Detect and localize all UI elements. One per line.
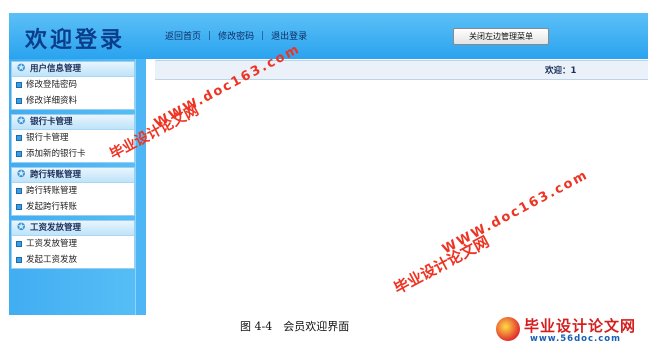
menu-group-header[interactable]: ✪ 跨行转账管理 bbox=[12, 168, 134, 183]
header-bar: 欢迎登录 返回首页 | 修改密码 | 退出登录 关闭左边管理菜单 bbox=[9, 13, 648, 59]
brand-mark-icon bbox=[496, 317, 520, 341]
square-bullet-icon bbox=[16, 188, 22, 194]
square-bullet-icon bbox=[16, 241, 22, 247]
sidebar-splitter[interactable] bbox=[135, 59, 146, 315]
menu-group-title: 跨行转账管理 bbox=[30, 170, 82, 180]
square-bullet-icon bbox=[16, 82, 22, 88]
menu-group-title: 工资发放管理 bbox=[30, 223, 82, 233]
menu-item-start-transfer[interactable]: 发起跨行转账 bbox=[12, 199, 134, 215]
top-nav: 返回首页 | 修改密码 | 退出登录 bbox=[165, 29, 307, 43]
menu-group-interbank-transfer: ✪ 跨行转账管理 跨行转账管理 发起跨行转账 bbox=[11, 167, 135, 216]
brand-url: www.56doc.com bbox=[530, 334, 621, 344]
menu-item-change-login-password[interactable]: 修改登陆密码 bbox=[12, 77, 134, 93]
menu-item-label: 银行卡管理 bbox=[26, 133, 69, 143]
figure-caption: 图 4-4 会员欢迎界面 bbox=[240, 320, 350, 333]
menu-group-salary: ✪ 工资发放管理 工资发放管理 发起工资发放 bbox=[11, 220, 135, 269]
menu-item-label: 添加新的银行卡 bbox=[26, 149, 86, 159]
menu-group-title: 银行卡管理 bbox=[30, 117, 73, 127]
menu-item-label: 发起跨行转账 bbox=[26, 202, 78, 212]
brand-logo: 毕业设计论文网 www.56doc.com bbox=[496, 315, 654, 345]
menu-group-title: 用户信息管理 bbox=[30, 64, 82, 74]
menu-item-start-salary[interactable]: 发起工资发放 bbox=[12, 252, 134, 268]
square-bullet-icon bbox=[16, 151, 22, 157]
menu-group-header[interactable]: ✪ 银行卡管理 bbox=[12, 115, 134, 130]
sidebar: ✪ 用户信息管理 修改登陆密码 修改详细资料 ✪ 银行卡管理 银行卡管理 添加新… bbox=[9, 59, 146, 315]
menu-item-salary-manage[interactable]: 工资发放管理 bbox=[12, 236, 134, 252]
star-icon: ✪ bbox=[17, 222, 26, 233]
star-icon: ✪ bbox=[17, 63, 26, 74]
menu-group-header[interactable]: ✪ 工资发放管理 bbox=[12, 221, 134, 236]
star-icon: ✪ bbox=[17, 169, 26, 180]
close-left-menu-button[interactable]: 关闭左边管理菜单 bbox=[453, 28, 549, 45]
menu-item-edit-profile[interactable]: 修改详细资料 bbox=[12, 93, 134, 109]
menu-group-header[interactable]: ✪ 用户信息管理 bbox=[12, 62, 134, 77]
welcome-text: 欢迎：1 bbox=[545, 66, 577, 76]
square-bullet-icon bbox=[16, 98, 22, 104]
menu-group-user-info: ✪ 用户信息管理 修改登陆密码 修改详细资料 bbox=[11, 61, 135, 110]
menu-item-label: 修改登陆密码 bbox=[26, 80, 78, 90]
star-icon: ✪ bbox=[17, 116, 26, 127]
brand-title: 毕业设计论文网 bbox=[524, 317, 637, 335]
menu-item-transfer-manage[interactable]: 跨行转账管理 bbox=[12, 183, 134, 199]
menu-item-label: 修改详细资料 bbox=[26, 96, 78, 106]
home-link[interactable]: 返回首页 bbox=[165, 29, 201, 42]
divider: | bbox=[261, 30, 265, 41]
welcome-logo: 欢迎登录 bbox=[25, 27, 126, 53]
sidebar-menu: ✪ 用户信息管理 修改登陆密码 修改详细资料 ✪ 银行卡管理 银行卡管理 添加新… bbox=[11, 61, 135, 273]
menu-item-label: 工资发放管理 bbox=[26, 239, 78, 249]
divider: | bbox=[208, 30, 212, 41]
menu-item-label: 发起工资发放 bbox=[26, 255, 78, 265]
app-window: 欢迎登录 返回首页 | 修改密码 | 退出登录 关闭左边管理菜单 ✪ 用户信息管… bbox=[9, 13, 648, 315]
menu-item-label: 跨行转账管理 bbox=[26, 186, 78, 196]
logout-link[interactable]: 退出登录 bbox=[271, 29, 307, 42]
square-bullet-icon bbox=[16, 257, 22, 263]
change-password-link[interactable]: 修改密码 bbox=[218, 29, 254, 42]
square-bullet-icon bbox=[16, 135, 22, 141]
square-bullet-icon bbox=[16, 204, 22, 210]
